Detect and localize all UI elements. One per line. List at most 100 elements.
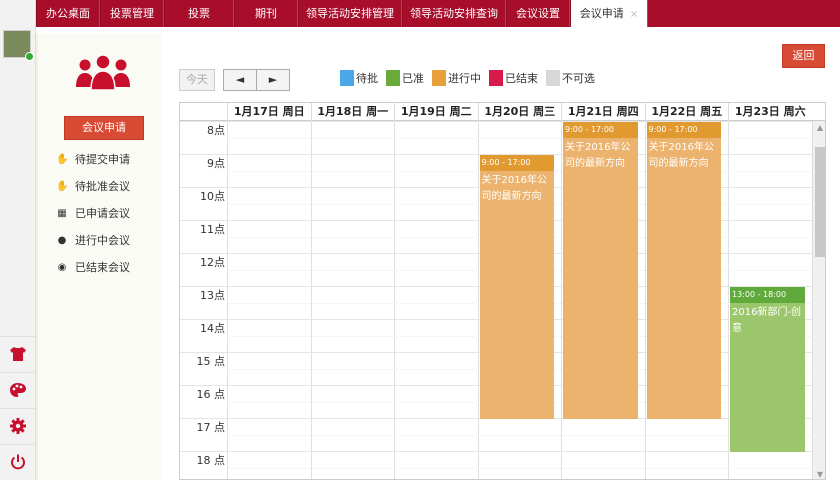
hour-label: 13点 [200, 289, 225, 302]
meeting-event[interactable]: 9:00 - 17:00 关于2016年公司的最新方向 [563, 122, 638, 419]
scroll-thumb[interactable] [815, 147, 825, 257]
calendar-icon: ▦ [57, 208, 67, 219]
gear-icon[interactable] [0, 408, 35, 442]
day-header: 1月19日 周二 [394, 103, 478, 121]
legend-item: 不可选 [546, 69, 595, 87]
sidebar-item-label: 已结束会议 [75, 261, 130, 274]
tab-1[interactable]: 办公桌面 [36, 0, 100, 27]
tab-6[interactable]: 领导活动安排查询 [402, 0, 506, 27]
stop-icon: ◉ [57, 262, 67, 273]
sidebar-item-label: 进行中会议 [75, 234, 130, 247]
tab-8[interactable]: 会议申请 × [570, 0, 648, 27]
legend-label: 待批 [356, 72, 378, 85]
hand-icon: ✋ [56, 154, 69, 165]
shirt-icon[interactable] [0, 336, 35, 370]
meeting-event[interactable]: 9:00 - 17:00 关于2016年公司的最新方向 [479, 155, 554, 419]
hand-icon: ✋ [56, 181, 69, 192]
hour-label: 16 点 [196, 388, 226, 401]
legend-swatch [489, 70, 503, 86]
legend-label: 已准 [402, 72, 424, 85]
half-hour-line [227, 467, 825, 469]
meeting-event[interactable]: 9:00 - 17:00 关于2016年公司的最新方向 [646, 122, 721, 419]
hour-label: 18 点 [196, 454, 226, 467]
meeting-event[interactable]: 13:00 - 18:00 2016新部门-创意 [730, 287, 805, 452]
close-tab-icon[interactable]: × [630, 9, 638, 20]
event-time: 9:00 - 17:00 [646, 122, 721, 138]
prev-week-button[interactable]: ◄ [223, 69, 257, 91]
next-week-button[interactable]: ► [256, 69, 290, 91]
hour-line [180, 451, 812, 452]
tab-label: 领导活动安排查询 [410, 7, 498, 20]
legend-item: 已结束 [489, 69, 538, 87]
tab-5[interactable]: 领导活动安排管理 [298, 0, 402, 27]
day-header: 1月18日 周一 [310, 103, 395, 121]
legend-item: 进行中 [432, 69, 481, 87]
legend-swatch [340, 70, 354, 86]
legend-label: 不可选 [562, 72, 595, 85]
sidebar-item-3[interactable]: ▦ 已申请会议 [56, 205, 130, 223]
hour-label: 9点 [207, 157, 225, 170]
tab-7[interactable]: 会议设置 [506, 0, 570, 27]
tab-label: 办公桌面 [46, 7, 90, 20]
legend-item: 已准 [386, 69, 424, 87]
grid-column-line [644, 121, 646, 479]
tab-strip: 办公桌面 投票管理 投票 期刊 领导活动安排管理 领导活动安排查询 会议设置 会议申请 × [36, 0, 648, 27]
tab-label: 投票 [188, 7, 210, 20]
event-title: 关于2016年公司的最新方向 [481, 175, 547, 202]
tab-label: 投票管理 [110, 7, 154, 20]
hour-label: 11点 [200, 223, 225, 236]
back-button[interactable]: 返回 [782, 44, 825, 68]
legend-swatch [432, 70, 446, 86]
grid-column-line [394, 121, 395, 479]
tab-label: 会议申请 [579, 7, 624, 20]
avatar[interactable] [3, 30, 34, 61]
tab-label: 期刊 [255, 7, 277, 20]
today-button[interactable]: 今天 [179, 69, 215, 91]
grid-column-line [728, 121, 729, 479]
grid-column-line [477, 121, 479, 479]
event-time: 9:00 - 17:00 [563, 122, 638, 138]
day-header: 1月23日 周六 [728, 103, 812, 121]
sidebar-item-label: 待提交申请 [75, 153, 130, 166]
tab-4[interactable]: 期刊 [234, 0, 298, 27]
main-content: 返回 今天 ◄ ► 待批 已准 进行中 已结束 不可选 1月17日 周日 1月18日 周一… [162, 27, 840, 480]
sidebar-item-label: 已申请会议 [75, 207, 130, 220]
calendar-scrollbar[interactable]: ▲ ▼ [812, 121, 825, 479]
people-icon [74, 53, 132, 91]
tab-2[interactable]: 投票管理 [100, 0, 164, 27]
day-header: 1月22日 周五 [644, 103, 729, 121]
grid-column-line [561, 121, 562, 479]
event-time: 9:00 - 17:00 [479, 155, 554, 171]
hour-label: 12点 [200, 256, 225, 269]
sidebar-item-5[interactable]: ◉ 已结束会议 [56, 259, 130, 277]
legend-label: 已结束 [505, 72, 538, 85]
grid-column-line [227, 121, 228, 479]
sidebar-item-2[interactable]: ✋ 待批准会议 [56, 178, 130, 196]
event-time: 13:00 - 18:00 [730, 287, 805, 303]
day-header: 1月21日 周四 [561, 103, 645, 121]
scroll-down-icon[interactable]: ▼ [813, 470, 825, 479]
user-icon: ● [57, 235, 67, 246]
event-title: 关于2016年公司的最新方向 [648, 142, 714, 169]
hour-label: 14点 [200, 322, 225, 335]
power-icon[interactable] [0, 444, 35, 478]
day-header: 1月17日 周日 [227, 103, 311, 121]
apply-meeting-button[interactable]: 会议申请 [64, 116, 144, 140]
tab-3[interactable]: 投票 [164, 0, 234, 27]
scroll-up-icon[interactable]: ▲ [813, 123, 825, 132]
sidebar-item-4[interactable]: ● 进行中会议 [56, 232, 130, 250]
hour-label: 15 点 [196, 355, 226, 368]
legend-swatch [546, 70, 560, 86]
tab-label: 领导活动安排管理 [306, 7, 394, 20]
hour-label: 17 点 [196, 421, 226, 434]
sidebar-item-1[interactable]: ✋ 待提交申请 [56, 151, 130, 169]
meeting-sidebar: 会议申请 ✋ 待提交申请 ✋ 待批准会议 ▦ 已申请会议 ● 进行中会议 ◉ 已结束会议 [36, 33, 162, 480]
palette-icon[interactable] [0, 372, 35, 406]
day-header: 1月20日 周三 [477, 103, 562, 121]
grid-column-line [310, 121, 312, 479]
event-title: 关于2016年公司的最新方向 [565, 142, 631, 169]
hour-label: 8点 [207, 124, 225, 137]
left-icon-bar [0, 0, 36, 480]
hour-label: 10点 [200, 190, 225, 203]
calendar-grid: 8点 9点 10点 11点 12点 13点 14点 15 点 16 点 17 点 18 点 9:00 … [180, 121, 825, 479]
